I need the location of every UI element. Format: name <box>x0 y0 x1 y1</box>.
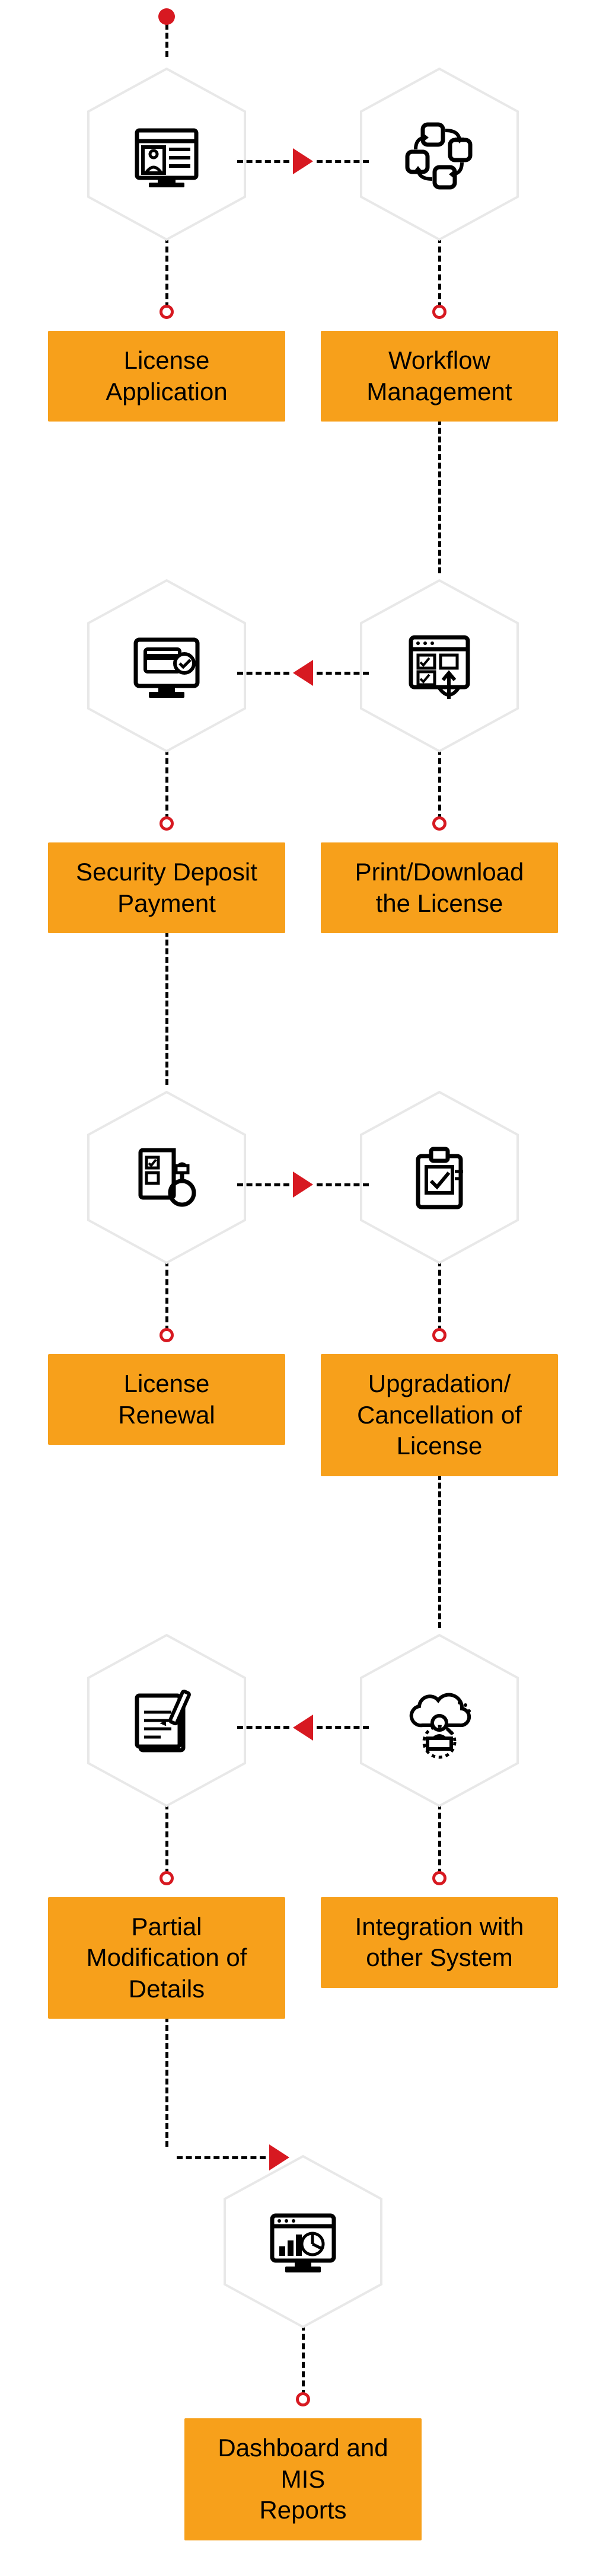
partial-modification-icon <box>125 1679 208 1762</box>
connector-dot <box>160 1328 174 1342</box>
label-license-renewal: LicenseRenewal <box>48 1354 285 1445</box>
security-deposit-payment-icon <box>125 624 208 707</box>
node-workflow-management: WorkflowManagement <box>321 65 558 422</box>
arrow-right-icon <box>293 148 313 174</box>
license-application-icon <box>125 113 208 196</box>
node-integration-other-system: Integration withother System <box>321 1632 558 1988</box>
workflow-management-icon <box>398 113 481 196</box>
label-integration-other-system: Integration withother System <box>321 1897 558 1988</box>
vertical-connector <box>438 1474 441 1628</box>
node-security-deposit-payment: Security DepositPayment <box>48 577 285 933</box>
arrow-row4-left <box>237 1715 369 1741</box>
print-download-license-icon <box>398 624 481 707</box>
row-2: Security DepositPayment Print/Downloadth… <box>48 577 558 933</box>
connector-dot <box>160 816 174 831</box>
node-license-renewal: LicenseRenewal <box>48 1089 285 1445</box>
arrow-row2-left <box>237 660 369 686</box>
arrow-left-icon <box>293 1715 313 1741</box>
node-license-application: LicenseApplication <box>48 65 285 422</box>
label-partial-modification: PartialModification ofDetails <box>48 1897 285 2019</box>
connector-dot <box>160 1871 174 1885</box>
connector-dot <box>296 2392 310 2406</box>
start-dot <box>158 8 175 25</box>
label-workflow-management: WorkflowManagement <box>321 331 558 422</box>
dashboard-mis-reports-icon <box>261 2200 345 2283</box>
vertical-connector <box>165 931 168 1085</box>
row-4: PartialModification ofDetails Integratio… <box>48 1632 558 2019</box>
license-renewal-icon <box>125 1136 208 1219</box>
row-3: LicenseRenewal Upgradation/Cancellation … <box>48 1089 558 1476</box>
connector-dot <box>432 305 446 319</box>
connector-dot <box>160 305 174 319</box>
integration-other-system-icon <box>398 1679 481 1762</box>
arrow-left-icon <box>293 660 313 686</box>
node-dashboard-mis-reports: Dashboard and MISReports <box>184 2153 422 2540</box>
node-partial-modification: PartialModification ofDetails <box>48 1632 285 2019</box>
label-security-deposit-payment: Security DepositPayment <box>48 842 285 933</box>
connector-dot <box>432 1871 446 1885</box>
node-print-download-license: Print/Downloadthe License <box>321 577 558 933</box>
label-upgradation-cancellation: Upgradation/Cancellation ofLicense <box>321 1354 558 1476</box>
upgradation-cancellation-icon <box>398 1136 481 1219</box>
connector-dot <box>432 1328 446 1342</box>
arrow-right-icon <box>293 1172 313 1198</box>
arrow-row1-right <box>237 148 369 174</box>
label-dashboard-mis-reports: Dashboard and MISReports <box>184 2418 422 2540</box>
label-print-download-license: Print/Downloadthe License <box>321 842 558 933</box>
connector-dot <box>432 816 446 831</box>
row-1: LicenseApplication WorkflowManagement <box>48 65 558 422</box>
row-5: Dashboard and MISReports <box>184 2153 422 2540</box>
workflow-diagram: LicenseApplication WorkflowManagement Se… <box>0 12 606 2540</box>
arrow-row3-right <box>237 1172 369 1198</box>
node-upgradation-cancellation: Upgradation/Cancellation ofLicense <box>321 1089 558 1476</box>
vertical-connector <box>438 419 441 573</box>
label-license-application: LicenseApplication <box>48 331 285 422</box>
